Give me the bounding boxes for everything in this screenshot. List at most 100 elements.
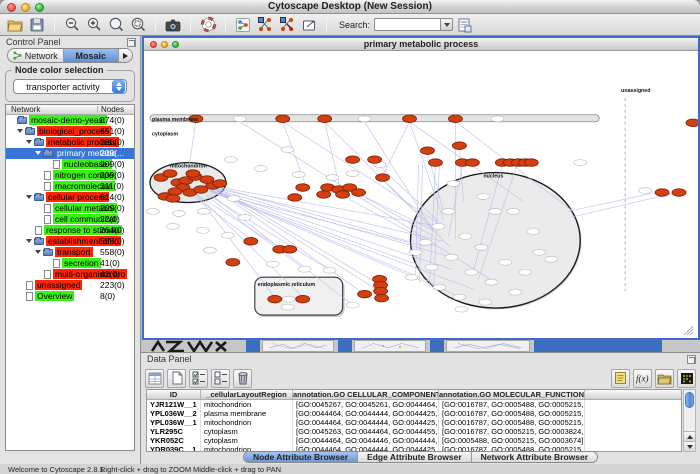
network-node-unselected[interactable] <box>455 306 468 312</box>
help-lifesaver-button[interactable] <box>198 15 218 35</box>
zoom-out-button[interactable] <box>62 15 82 35</box>
tree-row[interactable]: secretion41(0) <box>6 258 134 269</box>
attribute-notes-button[interactable] <box>611 369 630 388</box>
network-node-selected[interactable] <box>428 159 442 167</box>
network-node-unselected[interactable] <box>453 294 466 300</box>
zoom-fit-button[interactable] <box>106 15 126 35</box>
save-session-button[interactable] <box>27 15 47 35</box>
network-node-unselected[interactable] <box>346 171 359 177</box>
table-cell[interactable]: mitochondrion <box>201 400 293 409</box>
table-cell[interactable]: [GO:0045267, GO:0045261, GO:0044464, G..… <box>293 400 439 409</box>
network-node-selected[interactable] <box>686 119 698 127</box>
table-column-header[interactable]: annotation.GO MOLECULAR_FUNCTION <box>439 390 585 399</box>
tree-col-separator[interactable] <box>97 106 98 113</box>
tree-row[interactable]: macromolecule311(0) <box>6 181 134 192</box>
network-node-unselected[interactable] <box>425 264 438 270</box>
network-node-selected[interactable] <box>403 115 417 123</box>
network-node-unselected[interactable] <box>499 259 512 265</box>
table-cell[interactable]: YLR295C <box>147 427 201 436</box>
attribute-browser-tab[interactable]: Network Attribute Browser <box>472 452 597 462</box>
hide-selected-button[interactable] <box>277 15 297 35</box>
network-node-unselected[interactable] <box>533 249 546 255</box>
network-node-unselected[interactable] <box>442 208 455 214</box>
network-node-selected[interactable] <box>186 170 200 178</box>
attribute-browser-tab[interactable]: Node Attribute Browser <box>244 452 358 462</box>
table-cell[interactable]: cytoplasm <box>201 436 293 445</box>
delete-attribute-button[interactable] <box>233 369 252 388</box>
network-node-unselected[interactable] <box>203 247 216 253</box>
table-cell[interactable]: mitochondrion <box>201 418 293 427</box>
tree-row[interactable]: cellular process614(0) <box>6 192 134 203</box>
table-cell[interactable]: [GO:0044464, GO:0044444, GO:0044425, G..… <box>293 418 439 427</box>
network-node-selected[interactable] <box>283 246 297 254</box>
table-cell[interactable]: [GO:0044464, GO:0044446, GO:0044444, G..… <box>293 436 439 445</box>
network-node-unselected[interactable] <box>507 208 520 214</box>
node-color-dropdown[interactable]: transporter activity <box>13 79 127 94</box>
network-node-selected[interactable] <box>288 194 302 202</box>
tree-row[interactable]: nucleobase-209(0) <box>6 159 134 170</box>
table-row[interactable]: YKR052Ccytoplasm[GO:0044464, GO:0044446,… <box>147 436 681 445</box>
import-attributes-button[interactable] <box>655 369 674 388</box>
network-node-selected[interactable] <box>358 290 372 298</box>
table-cell[interactable]: [GO:0005488, GO:0005215, GO:0003674] <box>439 436 585 445</box>
tab-overflow-button[interactable] <box>119 49 132 62</box>
network-node-unselected[interactable] <box>166 223 179 229</box>
network-node-selected[interactable] <box>318 115 332 123</box>
network-node-unselected[interactable] <box>197 208 210 214</box>
network-node-selected[interactable] <box>194 186 208 194</box>
network-node-selected[interactable] <box>244 238 258 246</box>
network-node-unselected[interactable] <box>326 175 339 181</box>
tree-row[interactable]: cellular metabol209(0) <box>6 203 134 214</box>
tree-row[interactable]: biological_process651(0) <box>6 126 134 137</box>
disclosure-triangle-icon[interactable] <box>26 239 32 243</box>
network-node-unselected[interactable] <box>479 299 492 305</box>
network-node-unselected[interactable] <box>196 227 209 233</box>
network-node-selected[interactable] <box>226 258 240 266</box>
table-cell[interactable]: YPL036W__1 <box>147 418 201 427</box>
network-node-unselected[interactable] <box>419 239 432 245</box>
network-node-selected[interactable] <box>200 176 214 184</box>
network-tree-header[interactable]: Network Nodes <box>6 105 134 115</box>
table-cell[interactable]: YJR121W__1 <box>147 400 201 409</box>
table-cell[interactable]: YKR052C <box>147 436 201 445</box>
search-input[interactable] <box>374 18 440 31</box>
network-node-unselected[interactable] <box>447 181 460 187</box>
disclosure-triangle-icon[interactable] <box>17 129 23 133</box>
network-node-selected[interactable] <box>465 159 479 167</box>
show-attribute-checklist-button[interactable] <box>189 369 208 388</box>
tree-row[interactable]: transport558(0) <box>6 247 134 258</box>
disclosure-triangle-icon[interactable] <box>35 250 41 254</box>
network-node-unselected[interactable] <box>281 304 294 310</box>
float-panel-icon[interactable] <box>687 355 696 364</box>
network-node-unselected[interactable] <box>445 254 458 260</box>
network-node-selected[interactable] <box>268 295 282 303</box>
table-cell[interactable]: [GO:0016787, GO:0005488, GO:0005215, G..… <box>439 400 585 409</box>
tree-row[interactable]: mosaic-demo-yeast874(0) <box>6 115 134 126</box>
network-panel-button[interactable] <box>233 15 253 35</box>
clear-attribute-checklist-button[interactable] <box>211 369 230 388</box>
network-node-selected[interactable] <box>374 287 388 295</box>
network-node-unselected[interactable] <box>358 116 371 122</box>
network-node-unselected[interactable] <box>574 160 587 166</box>
network-node-selected[interactable] <box>376 174 390 182</box>
attribute-import-button[interactable] <box>454 15 474 35</box>
network-node-unselected[interactable] <box>545 256 558 262</box>
network-canvas[interactable]: plasma membranecytoplasmmitochondrionnuc… <box>144 52 698 338</box>
network-node-unselected[interactable] <box>146 208 159 214</box>
table-cell[interactable]: [GO:0045263, GO:0044464, GO:0044455, G..… <box>293 427 439 436</box>
tab-mosaic[interactable]: Mosaic <box>64 49 120 62</box>
network-node-selected[interactable] <box>421 147 435 155</box>
tree-row[interactable]: Overview8(0) <box>6 291 134 302</box>
network-node-unselected[interactable] <box>298 266 311 272</box>
network-node-unselected[interactable] <box>527 228 540 234</box>
network-frame-titlebar[interactable]: primary metabolic process <box>144 38 698 51</box>
network-node-selected[interactable] <box>352 189 366 197</box>
tree-row[interactable]: establishment of lo558(0) <box>6 236 134 247</box>
network-node-selected[interactable] <box>276 115 290 123</box>
open-session-button[interactable] <box>5 15 25 35</box>
attribute-table-header[interactable]: ID_cellularLayoutRegionannotation.GO CEL… <box>147 390 681 400</box>
table-cell[interactable]: cytoplasm <box>201 427 293 436</box>
network-node-unselected[interactable] <box>254 166 267 172</box>
network-node-selected[interactable] <box>163 170 177 178</box>
create-attribute-button[interactable] <box>167 369 186 388</box>
